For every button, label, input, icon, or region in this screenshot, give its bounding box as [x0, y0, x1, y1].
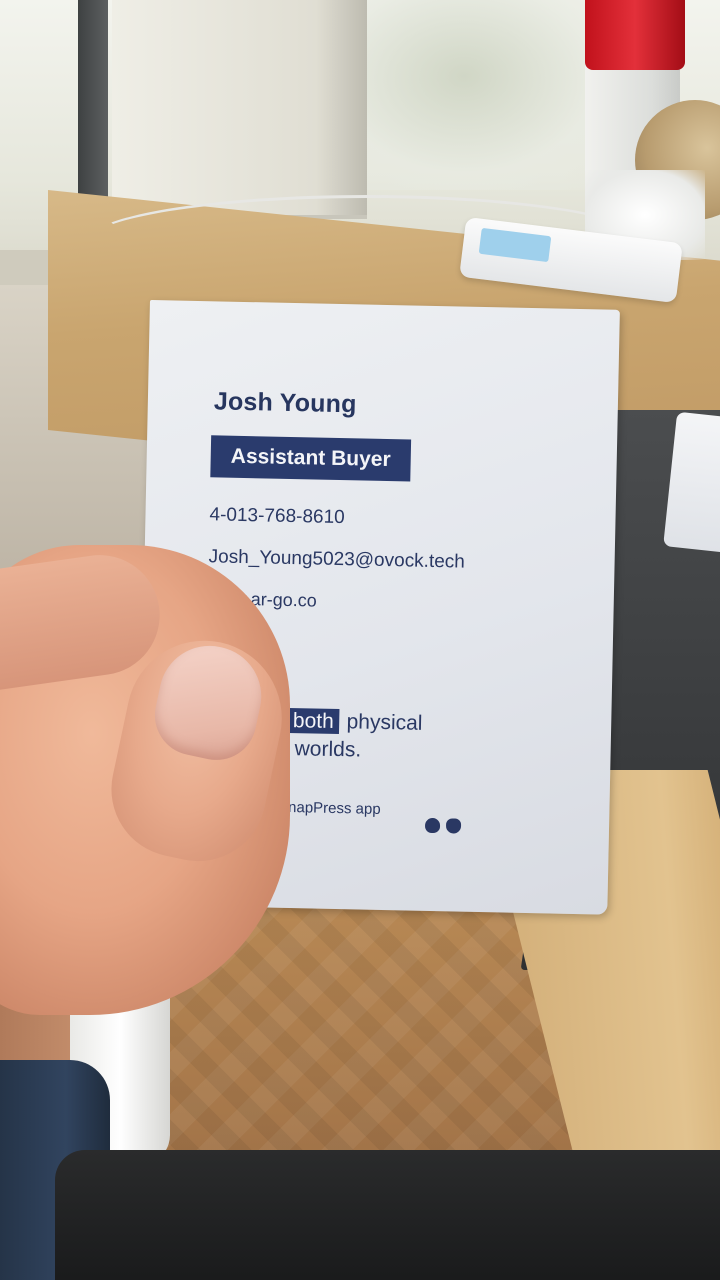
chair — [55, 1150, 720, 1280]
card-email: Josh_Young5023@ovock.tech — [208, 546, 466, 573]
store-icons — [424, 817, 462, 834]
android-icon — [424, 817, 441, 834]
photo-scene: Josh Young Assistant Buyer 4-013-768-861… — [0, 0, 720, 1280]
tagline-highlight: both — [287, 707, 340, 735]
card-phone: 4-013-768-8610 — [209, 504, 345, 529]
bottle-cap — [585, 0, 685, 70]
apple-icon — [445, 818, 462, 834]
monitor-back — [112, 0, 367, 219]
card-name: Josh Young — [213, 387, 357, 419]
window-greenery — [360, 0, 620, 190]
card-job-title: Assistant Buyer — [210, 435, 412, 482]
tagline-part2: physical — [346, 710, 423, 735]
